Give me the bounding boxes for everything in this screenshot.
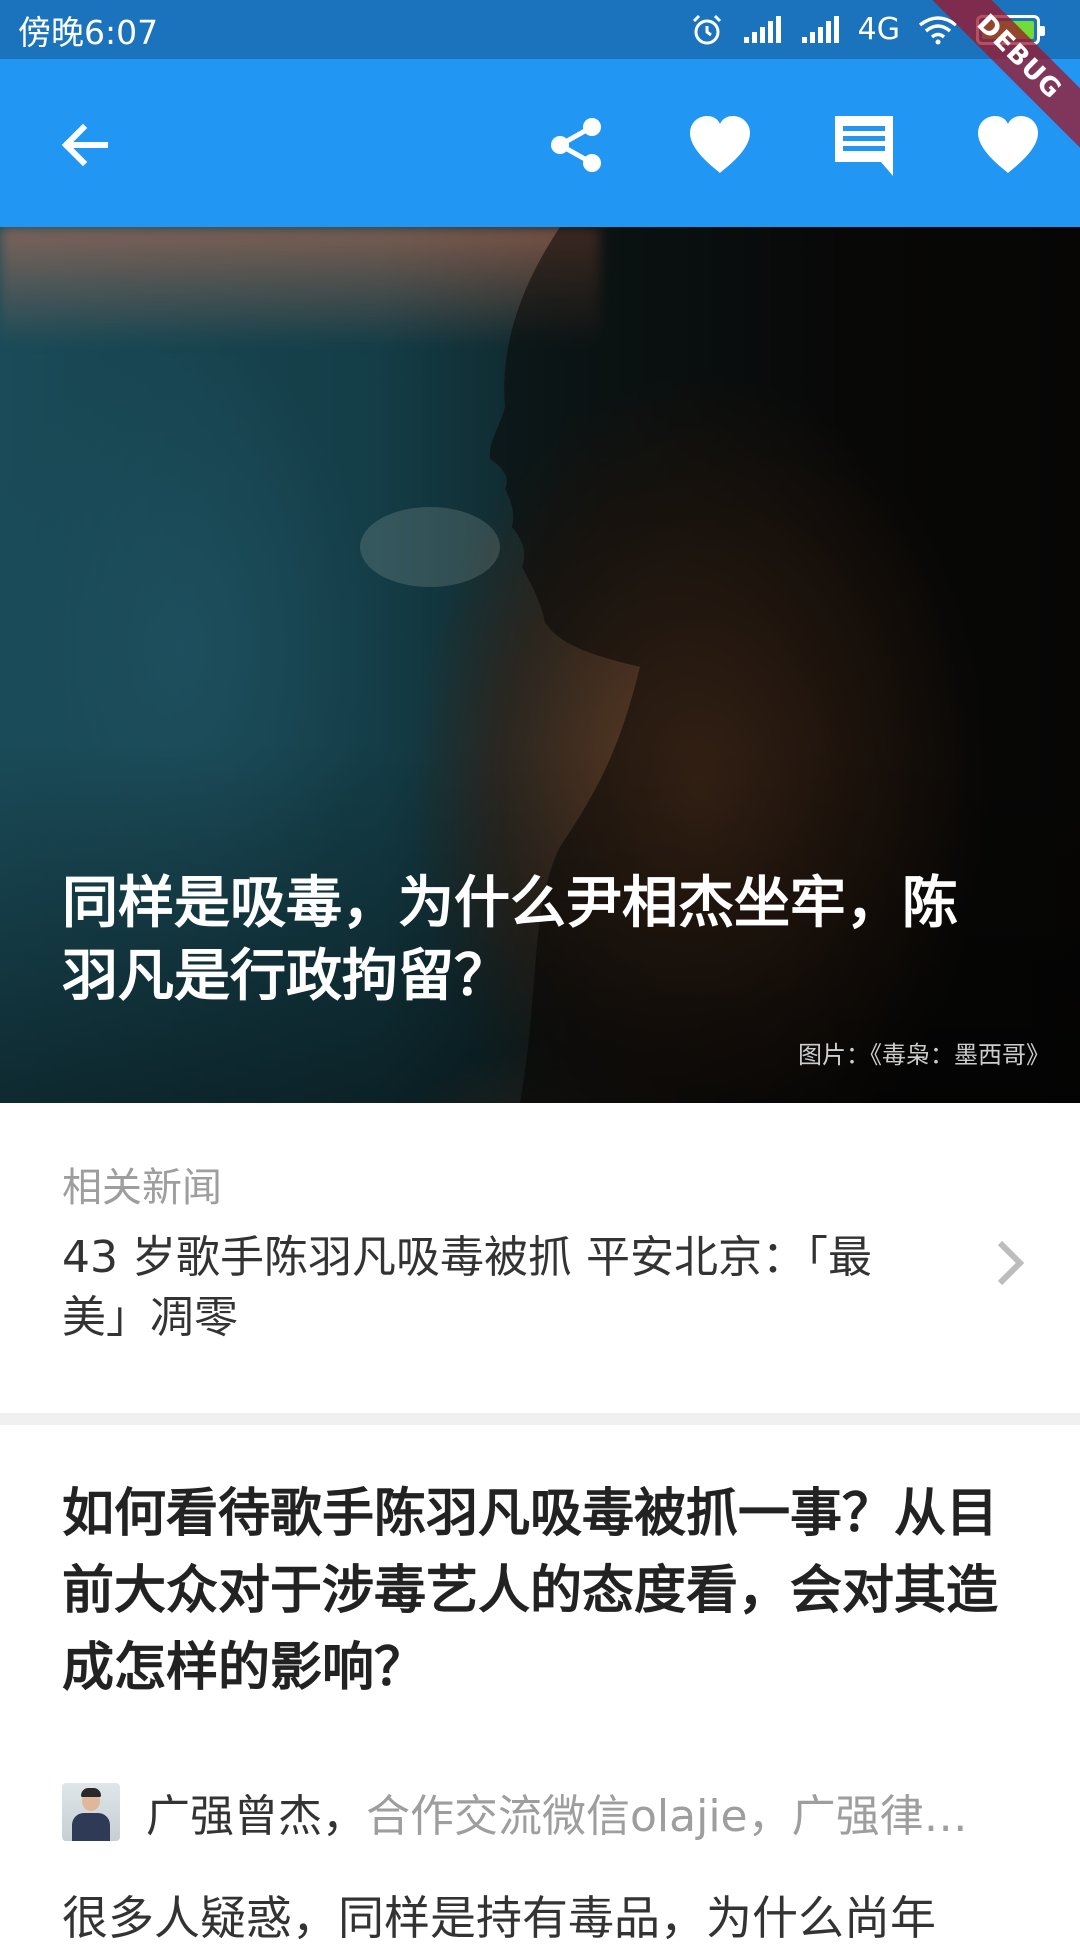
avatar[interactable] — [62, 1783, 120, 1841]
heart-icon — [690, 116, 750, 173]
status-time: 傍晚6:07 — [18, 12, 159, 52]
answer-body: 很多人疑惑，同样是持有毒品，为什么尚年 — [62, 1891, 936, 1945]
author-bio: 合作交流微信olajie，广强律… — [366, 1791, 968, 1842]
share-button[interactable] — [540, 109, 612, 181]
favorite-button[interactable] — [972, 109, 1044, 181]
comment-icon — [835, 116, 893, 176]
back-button[interactable] — [48, 109, 120, 181]
question-title: 如何看待歌手陈羽凡吸毒被抓一事？从目前大众对于涉毒艺人的态度看，会对其造成怎样的… — [62, 1484, 999, 1698]
author-row[interactable]: 广强曾杰，合作交流微信olajie，广强律… — [62, 1782, 1022, 1842]
section-divider — [0, 1413, 1080, 1425]
article-title: 同样是吸毒，为什么尹相杰坐牢，陈羽凡是行政拘留？ — [62, 871, 958, 1009]
image-credit: 图片：《毒枭：墨西哥》 — [798, 1041, 1050, 1069]
comment-button[interactable] — [828, 109, 900, 181]
share-icon — [551, 118, 601, 172]
signal-icon — [743, 15, 781, 43]
related-news-title[interactable]: 43 岁歌手陈羽凡吸毒被抓 平安北京：「最美」凋零 — [62, 1228, 912, 1348]
author-info: 广强曾杰，合作交流微信olajie，广强律… — [146, 1780, 968, 1844]
hero-image: 同样是吸毒，为什么尹相杰坐牢，陈羽凡是行政拘留？ 图片：《毒枭：墨西哥》 — [0, 227, 1080, 1103]
back-arrow-icon — [61, 123, 108, 167]
chevron-right-icon — [990, 1233, 1030, 1293]
related-news-label: 相关新闻 — [62, 1165, 222, 1211]
like-button[interactable] — [684, 109, 756, 181]
status-bar: 傍晚6:07 4G — [0, 0, 1080, 59]
author-name: 广强曾杰， — [146, 1791, 366, 1842]
network-type: 4G — [857, 12, 900, 47]
app-bar — [0, 59, 1080, 227]
related-news-card[interactable]: 相关新闻 43 岁歌手陈羽凡吸毒被抓 平安北京：「最美」凋零 — [0, 1103, 1080, 1413]
alarm-icon — [692, 14, 721, 44]
signal-icon — [801, 15, 839, 43]
heart-icon — [978, 116, 1038, 173]
